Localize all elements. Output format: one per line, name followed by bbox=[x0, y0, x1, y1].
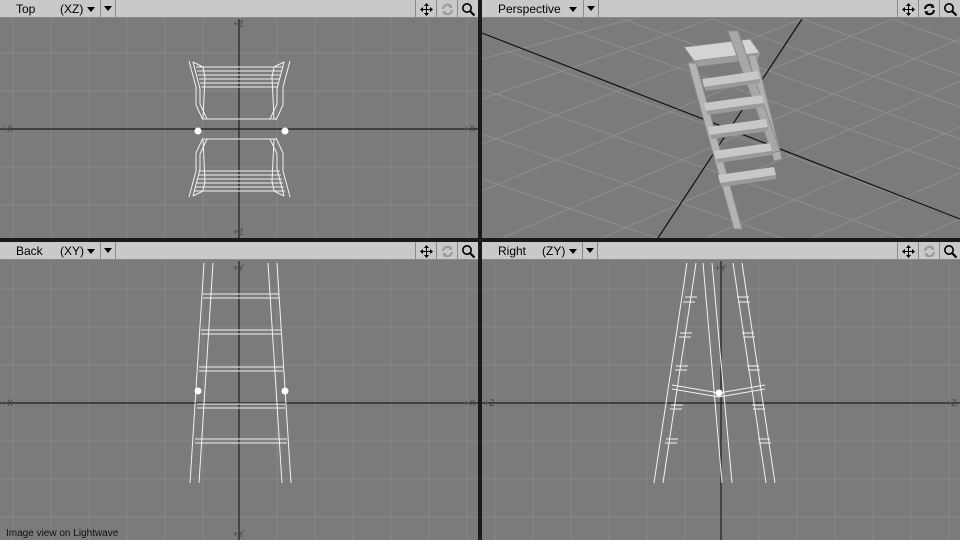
zoom-view-icon[interactable] bbox=[939, 242, 960, 260]
axis-label-z-bottom: +Z bbox=[233, 227, 244, 237]
axis-label-y-top: +Y bbox=[715, 263, 726, 273]
view-tools bbox=[897, 242, 960, 260]
axis-label-x-left: +X bbox=[2, 398, 13, 408]
view-options-button[interactable] bbox=[583, 0, 599, 17]
view-tools bbox=[897, 0, 960, 18]
view-options-button[interactable] bbox=[582, 242, 598, 259]
view-options-button[interactable] bbox=[100, 242, 116, 259]
zoom-view-icon[interactable] bbox=[939, 0, 960, 18]
view-mode-dropdown-icon[interactable] bbox=[84, 2, 98, 16]
viewport-header: Back (XY) bbox=[0, 242, 478, 260]
axis-label-x-right: +X bbox=[464, 124, 475, 134]
axis-label-x-left: +X bbox=[2, 124, 13, 134]
right-view-canvas[interactable]: +Z +Z +Y bbox=[482, 261, 960, 540]
view-mode-dropdown-icon[interactable] bbox=[566, 244, 580, 258]
top-view-canvas[interactable]: +X +X +Z +Z bbox=[0, 19, 478, 238]
view-mode-dropdown-icon[interactable] bbox=[84, 244, 98, 258]
ladder-wireframe-right bbox=[653, 262, 776, 484]
viewport-back[interactable]: Back (XY) +X +X +Y +Y Image view on Ligh… bbox=[0, 242, 478, 540]
view-tools bbox=[415, 242, 478, 260]
rotate-view-icon[interactable] bbox=[918, 242, 939, 260]
viewport-header: Top (XZ) bbox=[0, 0, 478, 18]
perspective-view-canvas[interactable] bbox=[482, 19, 960, 238]
axis-label-x-right: +X bbox=[464, 398, 475, 408]
view-tools bbox=[415, 0, 478, 18]
viewport-top[interactable]: Top (XZ) +X +X +Z +Z bbox=[0, 0, 478, 238]
move-view-icon[interactable] bbox=[897, 0, 918, 18]
viewport-axes bbox=[0, 261, 478, 540]
zoom-view-icon[interactable] bbox=[457, 242, 478, 260]
viewport-axes bbox=[482, 261, 960, 540]
move-view-icon[interactable] bbox=[415, 242, 436, 260]
axis-label-y-top: +Y bbox=[233, 263, 244, 273]
axis-label-z-left: +Z bbox=[484, 398, 495, 408]
viewport-header: Perspective bbox=[482, 0, 960, 18]
rotate-view-icon[interactable] bbox=[436, 0, 457, 18]
viewport-perspective[interactable]: Perspective bbox=[482, 0, 960, 238]
move-view-icon[interactable] bbox=[415, 0, 436, 18]
view-mode-dropdown-icon[interactable] bbox=[566, 2, 580, 16]
zoom-view-icon[interactable] bbox=[457, 0, 478, 18]
view-type-label[interactable]: Perspective bbox=[486, 0, 578, 18]
viewport-header: Right (ZY) bbox=[482, 242, 960, 260]
move-view-icon[interactable] bbox=[897, 242, 918, 260]
rotate-view-icon[interactable] bbox=[918, 0, 939, 18]
view-options-button[interactable] bbox=[100, 0, 116, 17]
ladder-wireframe-back bbox=[189, 262, 292, 484]
ladder-vertices-back bbox=[194, 387, 289, 395]
axis-label-z-right: +Z bbox=[946, 398, 957, 408]
image-caption: Image view on Lightwave bbox=[6, 528, 119, 539]
axis-label-y-bottom: +Y bbox=[233, 529, 244, 539]
rotate-view-icon[interactable] bbox=[436, 242, 457, 260]
viewport-right[interactable]: Right (ZY) +Z +Z +Y bbox=[482, 242, 960, 540]
back-view-canvas[interactable]: +X +X +Y +Y bbox=[0, 261, 478, 540]
axis-label-z-top: +Z bbox=[233, 19, 244, 29]
ladder-shaded-perspective bbox=[683, 30, 783, 230]
ladder-vertices-right bbox=[715, 389, 723, 397]
